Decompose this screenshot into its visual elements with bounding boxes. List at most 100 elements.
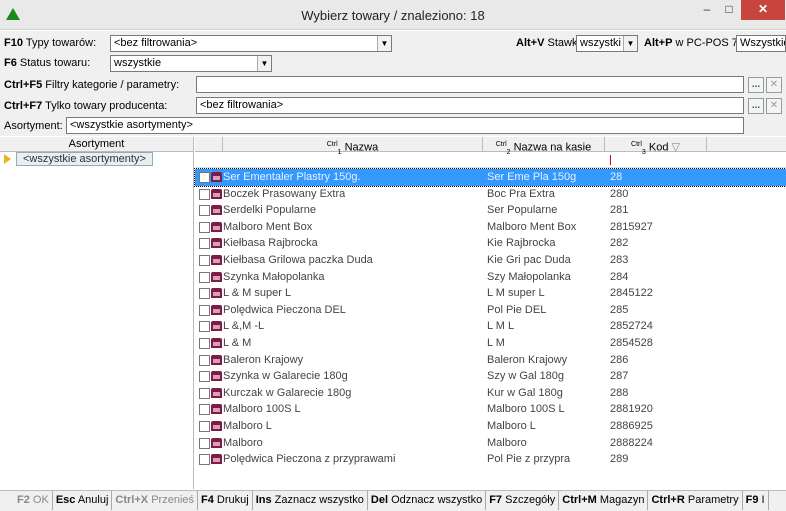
row-checkbox[interactable] [199, 404, 210, 416]
cell-kod: 280 [610, 187, 629, 200]
cell-kod: 2888224 [610, 436, 653, 449]
shortcut-f4[interactable]: F4 Drukuj [198, 491, 253, 510]
row-checkbox[interactable] [199, 304, 210, 316]
tree-expand-icon[interactable] [4, 154, 11, 164]
stawka-select[interactable]: wszystki ▼ [576, 35, 638, 52]
product-icon [211, 321, 222, 332]
product-icon [211, 421, 222, 431]
producent-clear-icon[interactable]: ✕ [766, 98, 782, 114]
column-header-check[interactable] [195, 137, 223, 152]
cell-nazwa: Malboro L [223, 420, 272, 432]
cell-nazwa-na-kasie: Ser Eme Pla 150g [487, 171, 577, 183]
product-icon [211, 371, 222, 382]
producent-label: Ctrl+F7 Tylko towary producenta: [4, 100, 168, 112]
cell-nazwa: Malboro 100S L [223, 403, 301, 416]
table-row[interactable]: Kurczak w Galarecie 180g Kur w Gal 180g 28… [195, 385, 786, 402]
close-button[interactable]: ✕ [741, 0, 785, 20]
cell-kod: 288 [610, 386, 629, 399]
kategorie-clear-icon[interactable]: ✕ [766, 77, 782, 93]
table-row[interactable]: Polędwica Pieczona z przyprawami Pol Pie … [195, 451, 786, 468]
row-checkbox[interactable] [199, 371, 210, 383]
tree-item-label[interactable]: <wszystkie asortymenty> [16, 152, 153, 166]
cell-nazwa-na-kasie: Kur w Gal 180g [487, 386, 563, 399]
row-checkbox[interactable] [199, 354, 210, 366]
shortcut-ctrl-r[interactable]: Ctrl+R Parametry [648, 491, 743, 510]
kategorie-input[interactable] [196, 76, 744, 93]
cell-kod: 289 [610, 453, 629, 466]
table-row[interactable]: L & M L M 2854528 [195, 335, 786, 352]
row-checkbox[interactable] [199, 437, 210, 449]
table-row[interactable]: Kiełbasa Rajbrocka Kie Rajbrocka 282 [195, 235, 786, 252]
shortcut-ctrl-x[interactable]: Ctrl+X Przenieś [112, 491, 198, 510]
table-row[interactable]: Boczek Prasowany Extra Boc Pra Extra 280 [195, 186, 786, 203]
column-header-nazwa[interactable]: Ctrl1 Nazwa [223, 137, 483, 156]
cell-nazwa-na-kasie: L M [487, 337, 505, 349]
shortcut-esc[interactable]: Esc Anuluj [53, 491, 113, 510]
table-row[interactable]: Malboro Ment Box Malboro Ment Box 2815927 [195, 219, 786, 236]
chevron-down-icon[interactable]: ▼ [257, 56, 271, 71]
table-row[interactable]: L & M super L L M super L 2845122 [195, 285, 786, 302]
table-row[interactable]: Serdelki Popularne Ser Popularne 281 [195, 202, 786, 219]
products-grid: Ctrl1 Nazwa Ctrl2 Nazwa na kasie Ctrl3 K… [194, 137, 786, 489]
table-row[interactable]: Polędwica Pieczona DEL Pol Pie DEL 285 [195, 302, 786, 319]
row-checkbox[interactable] [199, 321, 210, 333]
table-row[interactable]: Ser Ementaler Plastry 150g. Ser Eme Pla 1… [194, 168, 786, 187]
shortcut-f2[interactable]: F2 OK [14, 491, 53, 510]
table-row[interactable]: Szynka Małopolanka Szy Małopolanka 284 [195, 269, 786, 286]
minimize-button[interactable]: – [696, 0, 718, 20]
shortcut-f9[interactable]: F9 I [743, 491, 769, 510]
shortcut-f7[interactable]: F7 Szczegóły [486, 491, 560, 510]
column-header-kod[interactable]: Ctrl3 Kod ▽ [605, 137, 707, 156]
typy-towarow-select[interactable]: <bez filtrowania> ▼ [110, 35, 392, 52]
product-icon [211, 437, 222, 448]
producent-input[interactable]: <bez filtrowania> [196, 97, 744, 114]
cell-nazwa-na-kasie: Szy Małopolanka [487, 270, 571, 283]
grid-filter-row[interactable] [195, 152, 786, 168]
row-checkbox[interactable] [199, 188, 210, 200]
row-checkbox[interactable] [199, 387, 210, 399]
chevron-down-icon[interactable]: ▼ [377, 36, 391, 51]
shortcut-ins[interactable]: Ins Zaznacz wszystko [253, 491, 368, 510]
cell-kod: 284 [610, 270, 629, 283]
row-checkbox[interactable] [199, 454, 210, 466]
row-checkbox[interactable] [199, 221, 210, 233]
cell-nazwa-na-kasie: Malboro Ment Box [487, 220, 577, 233]
table-row[interactable]: Malboro Malboro 2888224 [195, 435, 786, 452]
row-checkbox[interactable] [199, 238, 210, 250]
table-row[interactable]: Malboro L Malboro L 2886925 [195, 418, 786, 435]
cell-kod: 2815927 [610, 220, 653, 233]
table-row[interactable]: Kiełbasa Grilowa paczka Duda Kie Gri pac … [195, 252, 786, 269]
table-row[interactable]: Baleron Krajowy Baleron Krajowy 286 [195, 352, 786, 369]
kategorie-browse-button[interactable]: ... [748, 77, 764, 93]
maximize-button[interactable]: □ [718, 0, 740, 20]
row-checkbox[interactable] [199, 338, 210, 349]
chevron-down-icon[interactable]: ▼ [623, 36, 637, 51]
row-checkbox[interactable] [199, 421, 210, 432]
table-row[interactable]: Szynka w Galarecie 180g Szy w Gal 180g 287 [195, 368, 786, 385]
producent-browse-button[interactable]: ... [748, 98, 764, 114]
product-icon [211, 238, 222, 249]
cell-nazwa-na-kasie: L M L [487, 320, 515, 333]
status-towaru-select[interactable]: wszystkie ▼ [110, 55, 272, 72]
row-checkbox[interactable] [199, 288, 210, 300]
typy-towarow-label: F10 Typy towarów: [4, 37, 97, 49]
cell-kod: 2881920 [610, 403, 653, 416]
product-icon [211, 304, 222, 315]
product-icon [211, 288, 222, 299]
product-icon [211, 404, 222, 415]
row-checkbox[interactable] [199, 205, 210, 217]
asortyment-input[interactable]: <wszystkie asortymenty> [66, 117, 744, 134]
product-icon [211, 454, 222, 465]
row-checkbox[interactable] [199, 255, 210, 266]
asortyment-header[interactable]: Asortyment [0, 137, 193, 152]
row-checkbox[interactable] [199, 271, 210, 283]
row-checkbox[interactable] [199, 172, 210, 183]
tree-item[interactable]: <wszystkie asortymenty> [0, 152, 193, 166]
pcpos-select[interactable]: Wszystkie [736, 35, 786, 52]
column-header-nazwa-na-kasie[interactable]: Ctrl2 Nazwa na kasie [483, 137, 605, 156]
shortcut-del[interactable]: Del Odznacz wszystko [368, 491, 487, 510]
table-row[interactable]: Malboro 100S L Malboro 100S L 2881920 [195, 401, 786, 418]
shortcut-ctrl-m[interactable]: Ctrl+M Magazyn [559, 491, 649, 510]
cell-nazwa: Polędwica Pieczona DEL [223, 303, 346, 316]
table-row[interactable]: L &,M -L L M L 2852724 [195, 318, 786, 335]
